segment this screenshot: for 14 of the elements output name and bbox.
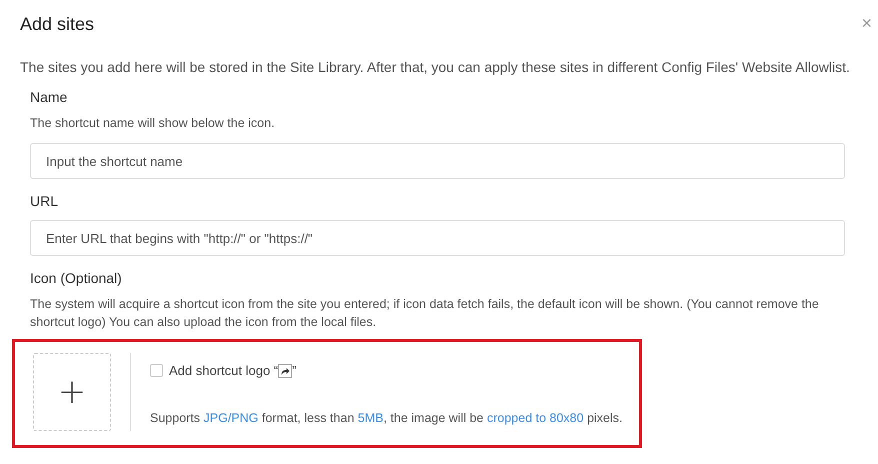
input-field[interactable]: Input the shortcut name — [30, 143, 845, 179]
field-hint: The shortcut name will show below the icon. — [30, 115, 276, 132]
format-requirements: Supports JPG/PNG format, less than 5MB, the image will be cropped to 80x80 pixels. — [150, 411, 622, 425]
field-label: Icon (Optional) — [30, 270, 123, 286]
field-hint: The system will acquire a shortcut icon from the site you entered; if icon data fetch fails, the default icon will be shown. (You cannot remove the shortcut logo) You can also upload the icon from the local files. — [30, 296, 820, 331]
checkbox-label: Add shortcut logo “ — [169, 363, 278, 378]
upload-button[interactable]: + — [33, 353, 111, 431]
description: The sites you add here will be stored in the Site Library. After that, you can apply these sites in different Config Files' Website Allowlist. — [20, 59, 851, 75]
dialog-title: Add sites — [20, 14, 94, 35]
quote-mark: ” — [292, 363, 296, 378]
input-field[interactable]: Enter URL that begins with "http://" or "https://" — [30, 220, 845, 256]
checkbox[interactable] — [150, 364, 163, 377]
field-label: URL — [30, 193, 60, 209]
field-label: Name — [30, 89, 68, 105]
